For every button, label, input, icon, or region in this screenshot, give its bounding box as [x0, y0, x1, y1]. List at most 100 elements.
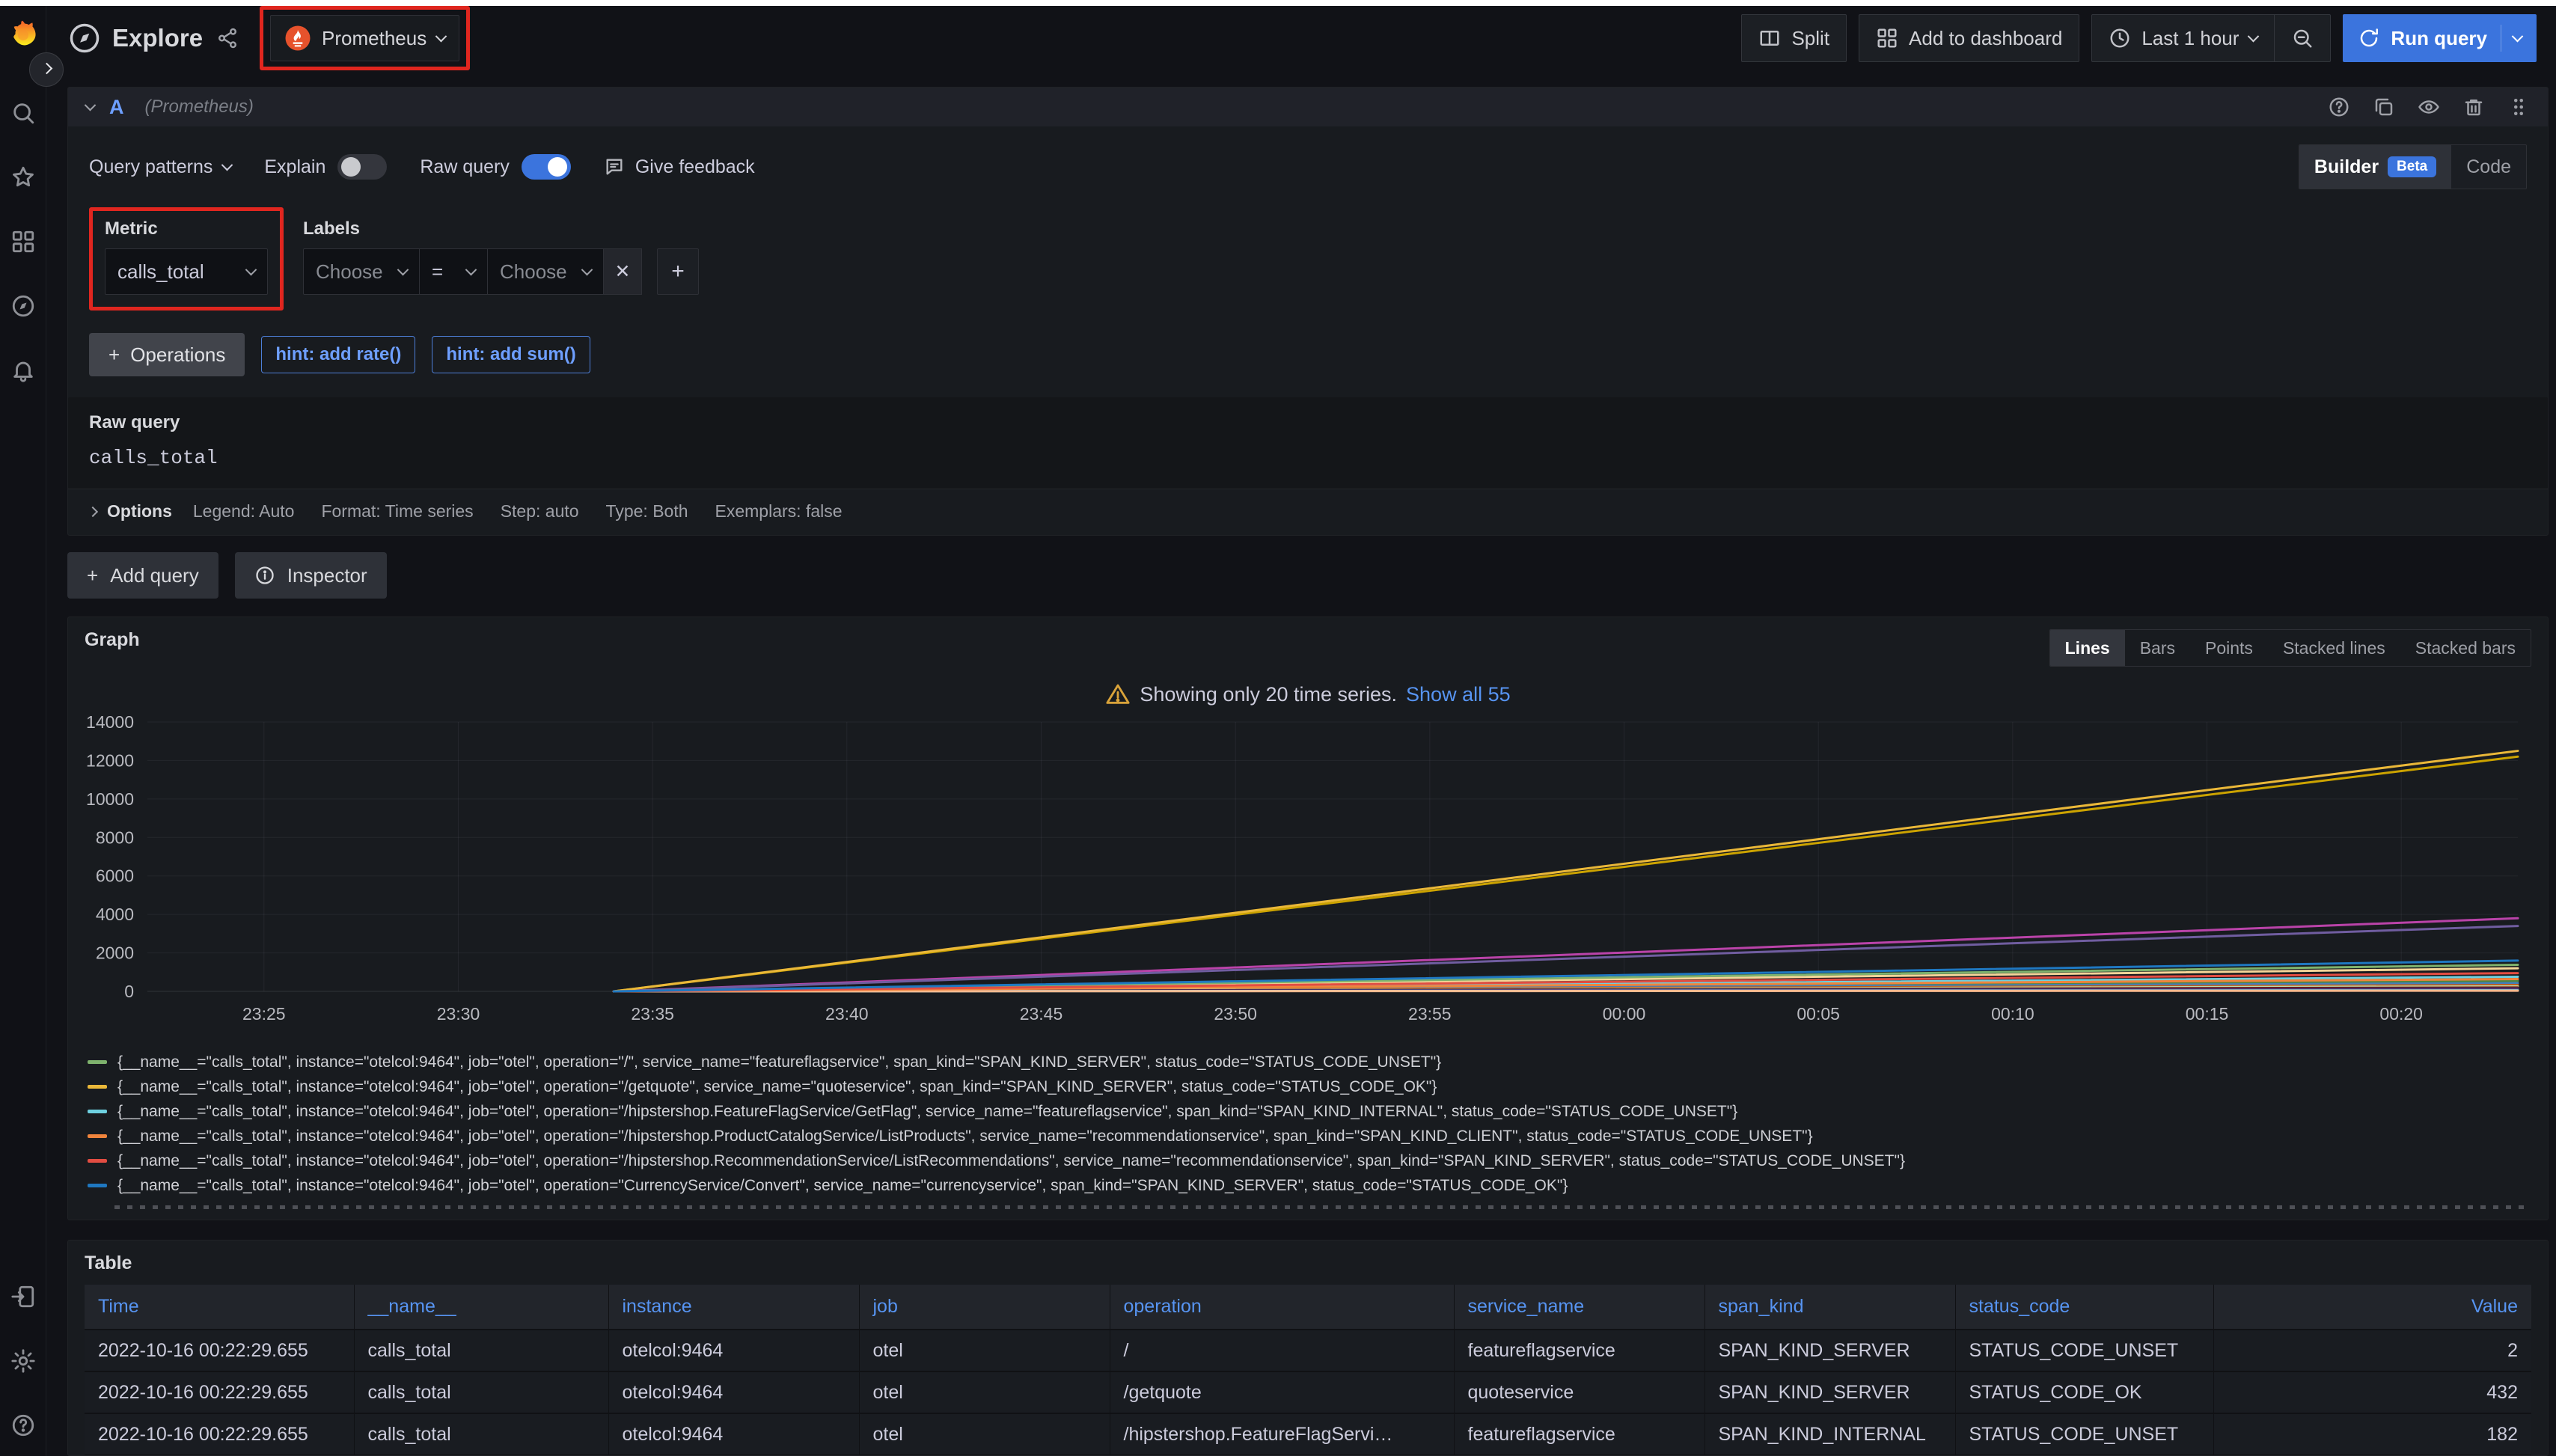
time-range-button[interactable]: Last 1 hour — [2091, 14, 2275, 62]
eye-icon[interactable] — [2418, 96, 2440, 118]
app: Explore Prometheus Split — [0, 6, 2556, 1456]
explain-toggle[interactable] — [337, 154, 387, 180]
label-value-select[interactable]: Choose — [487, 248, 604, 295]
drag-handle-icon[interactable] — [2507, 96, 2530, 118]
hint-button[interactable]: hint: add sum() — [432, 336, 590, 373]
graph-style-tab[interactable]: Stacked bars — [2400, 630, 2531, 666]
query-row-header[interactable]: A (Prometheus) — [68, 88, 2548, 126]
compass-icon — [10, 293, 36, 319]
page-title: Explore — [112, 24, 203, 52]
plus-icon: + — [108, 343, 120, 367]
graph-style-tab[interactable]: Lines — [2050, 630, 2125, 666]
add-query-button[interactable]: + Add query — [67, 552, 218, 599]
help-circle-icon[interactable] — [2328, 96, 2350, 118]
graph-style-tab[interactable]: Stacked lines — [2268, 630, 2400, 666]
trash-icon[interactable] — [2462, 96, 2485, 118]
add-operations-button[interactable]: + Operations — [89, 333, 245, 376]
sidebar-item-starred[interactable] — [10, 165, 36, 190]
legend-swatch[interactable] — [88, 1159, 107, 1163]
main-area: Explore Prometheus Split — [46, 6, 2556, 1456]
add-query-label: Add query — [110, 564, 199, 587]
sidebar-item-settings[interactable] — [10, 1348, 36, 1374]
raw-query-toggle[interactable] — [522, 154, 571, 180]
builder-tab[interactable]: Builder Beta — [2299, 145, 2451, 189]
table-header-cell[interactable]: span_kind — [1704, 1285, 1955, 1330]
query-patterns-dropdown[interactable]: Query patterns — [89, 156, 231, 178]
metric-select[interactable]: calls_total — [105, 248, 268, 295]
legend-swatch[interactable] — [88, 1184, 107, 1187]
legend-label[interactable]: {__name__="calls_total", instance="otelc… — [117, 1078, 1437, 1096]
grafana-logo[interactable] — [7, 18, 40, 51]
explore-title-group: Explore — [69, 22, 239, 54]
zoom-out-button[interactable] — [2275, 14, 2331, 62]
table-cell: 432 — [2213, 1371, 2531, 1413]
table-cell: 2 — [2213, 1330, 2531, 1371]
graph-style-tab[interactable]: Bars — [2125, 630, 2190, 666]
inspector-button[interactable]: Inspector — [235, 552, 387, 599]
chart-svg: 23:2523:3023:3523:4023:4523:5023:5500:00… — [85, 712, 2528, 1042]
table-header-cell[interactable]: __name__ — [354, 1285, 608, 1330]
table-header-cell[interactable]: instance — [608, 1285, 859, 1330]
sidebar-item-dashboards[interactable] — [10, 229, 36, 254]
hint-buttons: hint: add rate() hint: add sum() — [261, 336, 590, 373]
run-query-options[interactable] — [2501, 25, 2522, 52]
sidebar — [0, 6, 46, 1456]
query-datasource-hint: (Prometheus) — [145, 97, 254, 117]
share-icon[interactable] — [216, 27, 239, 49]
add-label-button[interactable]: + — [657, 248, 699, 295]
table-header-cell[interactable]: service_name — [1454, 1285, 1704, 1330]
label-key-select[interactable]: Choose — [303, 248, 420, 295]
table-cell: SPAN_KIND_SERVER — [1704, 1330, 1955, 1371]
legend-label[interactable]: {__name__="calls_total", instance="otelc… — [117, 1177, 1568, 1195]
sidebar-item-help[interactable] — [10, 1413, 36, 1438]
legend-label[interactable]: {__name__="calls_total", instance="otelc… — [117, 1152, 1905, 1170]
code-tab[interactable]: Code — [2451, 145, 2526, 189]
add-to-dashboard-button[interactable]: Add to dashboard — [1859, 14, 2079, 62]
sidebar-item-alerting[interactable] — [10, 358, 36, 383]
show-all-series-link[interactable]: Show all 55 — [1406, 683, 1511, 706]
table-header-cell[interactable]: status_code — [1955, 1285, 2213, 1330]
raw-query-section: Raw query calls_total — [68, 397, 2548, 489]
sidebar-bottom-icons — [10, 1284, 36, 1438]
options-row[interactable]: Options Legend: AutoFormat: Time seriesS… — [68, 489, 2548, 535]
label-operator-select[interactable]: = — [419, 248, 488, 295]
legend-swatch[interactable] — [88, 1060, 107, 1064]
chevron-down-icon — [435, 30, 447, 42]
table-header-cell[interactable]: operation — [1110, 1285, 1454, 1330]
table-panel-title: Table — [85, 1252, 132, 1273]
info-circle-icon — [254, 565, 275, 586]
legend-label[interactable]: {__name__="calls_total", instance="otelc… — [117, 1053, 1441, 1071]
legend-label[interactable]: {__name__="calls_total", instance="otelc… — [117, 1128, 1813, 1145]
give-feedback-button[interactable]: Give feedback — [604, 156, 755, 178]
run-query-button[interactable]: Run query — [2343, 14, 2537, 62]
sidebar-item-sign-in[interactable] — [10, 1284, 36, 1309]
sidebar-item-explore[interactable] — [10, 293, 36, 319]
x-axis-label: 23:45 — [1020, 1004, 1063, 1024]
run-query-label: Run query — [2391, 27, 2487, 50]
raw-query-label: Raw query — [89, 412, 2527, 433]
query-row-actions — [2328, 96, 2530, 118]
table-header-cell[interactable]: Time — [85, 1285, 354, 1330]
copy-icon[interactable] — [2373, 96, 2395, 118]
remove-label-button[interactable]: ✕ — [603, 248, 642, 295]
query-toolbar: Query patterns Explain Raw query — [89, 144, 2527, 189]
legend-swatch[interactable] — [88, 1085, 107, 1089]
hint-button[interactable]: hint: add rate() — [261, 336, 415, 373]
query-ref-id[interactable]: A — [109, 96, 124, 119]
graph-style-tab[interactable]: Points — [2190, 630, 2268, 666]
sidebar-expand-button[interactable] — [29, 52, 64, 87]
sidebar-item-search[interactable] — [10, 100, 36, 126]
legend-swatch[interactable] — [88, 1110, 107, 1113]
warning-text: Showing only 20 time series. — [1140, 683, 1397, 706]
chevron-down-icon — [221, 159, 233, 171]
legend-swatch[interactable] — [88, 1134, 107, 1138]
split-button[interactable]: Split — [1741, 14, 1847, 62]
apps-icon — [1876, 27, 1898, 49]
datasource-picker[interactable]: Prometheus — [270, 15, 459, 61]
table-header-cell[interactable]: Value — [2213, 1285, 2531, 1330]
legend-item: {__name__="calls_total", instance="otelc… — [88, 1074, 2531, 1099]
legend-label[interactable]: {__name__="calls_total", instance="otelc… — [117, 1103, 1737, 1121]
add-to-dashboard-label: Add to dashboard — [1909, 27, 2062, 50]
table-header-cell[interactable]: job — [859, 1285, 1110, 1330]
table-cell: SPAN_KIND_INTERNAL — [1704, 1413, 1955, 1455]
